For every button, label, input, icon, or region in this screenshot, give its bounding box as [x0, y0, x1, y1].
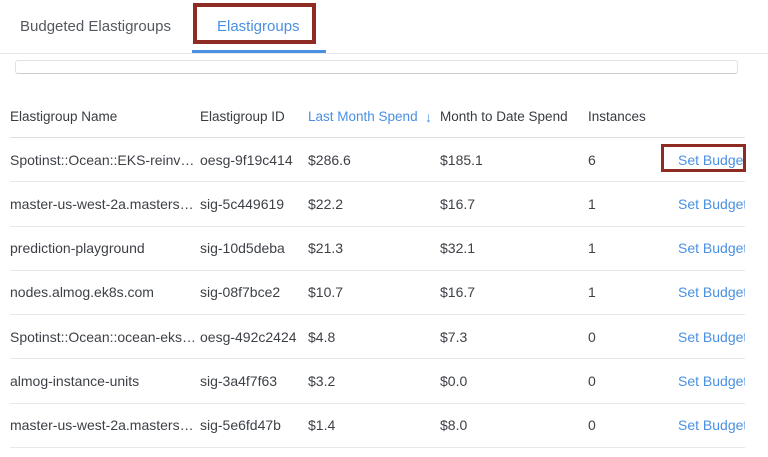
active-tab-underline — [192, 50, 326, 53]
cell-elastigroup-id: sig-10d5deba — [200, 240, 308, 256]
cell-instances: 0 — [588, 373, 678, 389]
cell-month-to-date-spend: $0.0 — [440, 373, 588, 389]
table-row: Spotinst::Ocean::EKS-reinv… oesg-9f19c41… — [10, 138, 745, 182]
column-header-instances[interactable]: Instances — [588, 109, 678, 124]
filter-input[interactable] — [15, 60, 738, 74]
column-header-last-month-spend-label: Last Month Spend — [308, 109, 418, 124]
cell-elastigroup-name: Spotinst::Ocean::ocean-eks… — [10, 329, 200, 345]
cell-month-to-date-spend: $16.7 — [440, 284, 588, 300]
cell-elastigroup-id: oesg-492c2424 — [200, 329, 308, 345]
cell-last-month-spend: $10.7 — [308, 284, 440, 300]
table-row: nodes.almog.ek8s.com sig-08f7bce2 $10.7 … — [10, 271, 745, 315]
cell-elastigroup-id: oesg-9f19c414 — [200, 152, 308, 168]
cell-last-month-spend: $21.3 — [308, 240, 440, 256]
elastigroups-table: Elastigroup Name Elastigroup ID Last Mon… — [10, 96, 745, 448]
cell-elastigroup-name: nodes.almog.ek8s.com — [10, 284, 200, 300]
cell-last-month-spend: $4.8 — [308, 329, 440, 345]
tab-budgeted-elastigroups[interactable]: Budgeted Elastigroups — [20, 0, 171, 54]
table-body: Spotinst::Ocean::EKS-reinv… oesg-9f19c41… — [10, 138, 745, 448]
cell-month-to-date-spend: $16.7 — [440, 196, 588, 212]
cell-elastigroup-id: sig-3a4f7f63 — [200, 373, 308, 389]
cell-month-to-date-spend: $32.1 — [440, 240, 588, 256]
set-budget-link[interactable]: Set Budget — [678, 373, 745, 389]
elastigroups-budget-page: Budgeted Elastigroups Elastigroups Elast… — [0, 0, 768, 457]
column-header-last-month-spend[interactable]: Last Month Spend ↓ — [308, 109, 440, 125]
set-budget-link[interactable]: Set Budget — [678, 417, 745, 433]
cell-instances: 1 — [588, 196, 678, 212]
cell-elastigroup-name: Spotinst::Ocean::EKS-reinv… — [10, 152, 200, 168]
column-header-elastigroup-id[interactable]: Elastigroup ID — [200, 109, 308, 124]
cell-elastigroup-id: sig-5e6fd47b — [200, 417, 308, 433]
tab-bar: Budgeted Elastigroups Elastigroups — [0, 0, 768, 54]
cell-month-to-date-spend: $7.3 — [440, 329, 588, 345]
sort-descending-icon[interactable]: ↓ — [425, 109, 432, 125]
cell-month-to-date-spend: $185.1 — [440, 152, 588, 168]
set-budget-link[interactable]: Set Budget — [678, 196, 745, 212]
table-row: master-us-west-2a.masters… sig-5e6fd47b … — [10, 404, 745, 448]
column-header-month-to-date-spend[interactable]: Month to Date Spend — [440, 109, 588, 124]
cell-last-month-spend: $286.6 — [308, 152, 440, 168]
cell-last-month-spend: $22.2 — [308, 196, 440, 212]
cell-elastigroup-name: master-us-west-2a.masters… — [10, 417, 200, 433]
cell-last-month-spend: $1.4 — [308, 417, 440, 433]
set-budget-link[interactable]: Set Budget — [678, 240, 745, 256]
cell-elastigroup-id: sig-08f7bce2 — [200, 284, 308, 300]
table-row: master-us-west-2a.masters… sig-5c449619 … — [10, 182, 745, 226]
cell-instances: 1 — [588, 240, 678, 256]
cell-elastigroup-id: sig-5c449619 — [200, 196, 308, 212]
set-budget-link[interactable]: Set Budget — [678, 329, 745, 345]
set-budget-link[interactable]: Set Budget — [678, 284, 745, 300]
cell-instances: 1 — [588, 284, 678, 300]
cell-month-to-date-spend: $8.0 — [440, 417, 588, 433]
cell-instances: 0 — [588, 329, 678, 345]
column-header-elastigroup-name[interactable]: Elastigroup Name — [10, 109, 200, 124]
cell-elastigroup-name: master-us-west-2a.masters… — [10, 196, 200, 212]
cell-elastigroup-name: almog-instance-units — [10, 373, 200, 389]
tab-elastigroups[interactable]: Elastigroups — [217, 0, 300, 54]
cell-last-month-spend: $3.2 — [308, 373, 440, 389]
set-budget-link[interactable]: Set Budget — [678, 152, 745, 168]
table-row: prediction-playground sig-10d5deba $21.3… — [10, 227, 745, 271]
table-row: Spotinst::Ocean::ocean-eks… oesg-492c242… — [10, 315, 745, 359]
cell-elastigroup-name: prediction-playground — [10, 240, 200, 256]
table-row: almog-instance-units sig-3a4f7f63 $3.2 $… — [10, 359, 745, 403]
table-header-row: Elastigroup Name Elastigroup ID Last Mon… — [10, 96, 745, 138]
cell-instances: 6 — [588, 152, 678, 168]
cell-instances: 0 — [588, 417, 678, 433]
